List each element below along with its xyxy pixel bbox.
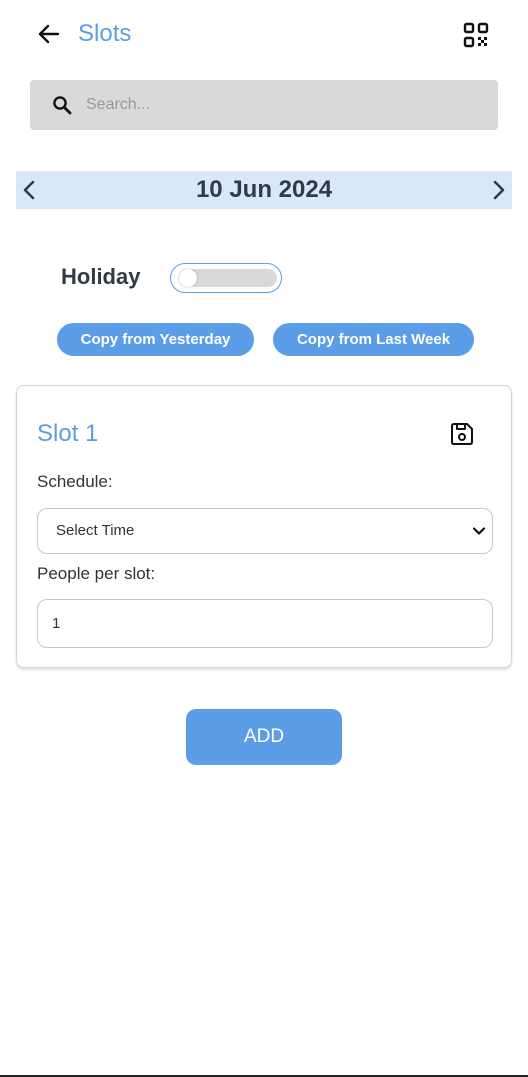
current-date: 10 Jun 2024 xyxy=(195,176,333,203)
slot-title: Slot 1 xyxy=(37,420,99,447)
chevron-right-icon xyxy=(493,180,505,200)
app-header: Slots xyxy=(0,0,528,68)
qr-code-button[interactable] xyxy=(463,22,489,48)
page-title: Slots xyxy=(78,20,132,47)
arrow-left-icon xyxy=(38,24,60,44)
back-button[interactable] xyxy=(36,22,62,46)
holiday-toggle[interactable] xyxy=(170,263,282,293)
search-icon xyxy=(53,96,72,115)
slot-card: Slot 1 Schedule: Select Time People per … xyxy=(16,385,512,668)
save-slot-button[interactable] xyxy=(449,421,475,447)
qr-code-icon xyxy=(463,22,489,48)
search-input[interactable] xyxy=(86,80,486,130)
people-per-slot-label: People per slot: xyxy=(37,564,156,583)
schedule-select-value: Select Time xyxy=(56,522,135,539)
next-day-button[interactable] xyxy=(488,179,510,201)
chevron-left-icon xyxy=(23,180,35,200)
save-icon xyxy=(451,423,473,445)
search-bar xyxy=(30,80,498,130)
chevron-down-icon xyxy=(472,527,486,535)
holiday-label: Holiday xyxy=(61,264,141,289)
schedule-label: Schedule: xyxy=(37,472,113,491)
copy-from-yesterday-button[interactable]: Copy from Yesterday xyxy=(57,323,254,356)
people-per-slot-input[interactable]: 1 xyxy=(37,599,493,648)
date-navigator: 10 Jun 2024 xyxy=(16,171,512,209)
people-per-slot-value: 1 xyxy=(52,615,61,632)
copy-from-last-week-button[interactable]: Copy from Last Week xyxy=(273,323,474,356)
previous-day-button[interactable] xyxy=(18,179,40,201)
schedule-time-select[interactable]: Select Time xyxy=(37,508,493,554)
toggle-knob xyxy=(179,269,197,287)
add-slot-button[interactable]: ADD xyxy=(186,709,342,765)
